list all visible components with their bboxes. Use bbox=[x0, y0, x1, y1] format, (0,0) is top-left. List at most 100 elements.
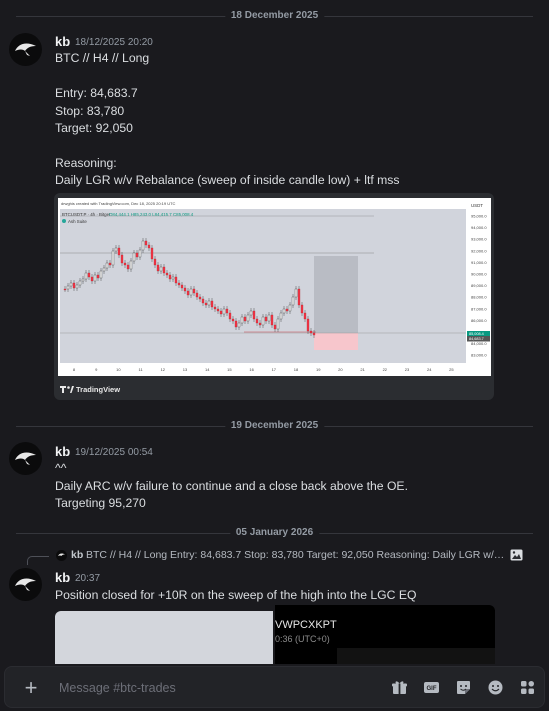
emoji-icon[interactable] bbox=[487, 679, 504, 696]
candle-body bbox=[138, 249, 142, 258]
candle-body bbox=[237, 322, 241, 328]
candle-body bbox=[273, 324, 277, 330]
date-tick: 17 bbox=[272, 367, 277, 372]
candle-body bbox=[153, 258, 157, 266]
candle-body bbox=[303, 312, 307, 320]
attachment-title: VWPCXKPT bbox=[275, 619, 337, 631]
candle-body bbox=[90, 276, 94, 282]
candle-body bbox=[216, 308, 220, 312]
date-tick: 20 bbox=[338, 367, 343, 372]
username[interactable]: kb bbox=[55, 34, 70, 50]
gift-icon[interactable] bbox=[391, 679, 408, 696]
candle-body bbox=[234, 320, 238, 328]
candle-body bbox=[63, 288, 67, 291]
gif-icon[interactable]: GIF bbox=[423, 679, 440, 696]
date-divider: 05 January 2026 bbox=[0, 526, 549, 540]
candle-body bbox=[240, 316, 244, 324]
candle-body bbox=[309, 330, 313, 334]
chart-indicator: Ash Suite bbox=[68, 219, 87, 224]
candle-body bbox=[165, 272, 169, 276]
sticker-icon[interactable] bbox=[455, 679, 472, 696]
candle-body bbox=[288, 304, 292, 312]
candle-body bbox=[123, 262, 127, 266]
tradingview-brand: TradingView bbox=[76, 385, 120, 394]
candle-body bbox=[294, 288, 298, 298]
candle-body bbox=[93, 274, 97, 282]
message-text: Targeting 95,270 bbox=[55, 496, 146, 510]
avatar[interactable] bbox=[9, 33, 42, 66]
candle-body bbox=[87, 272, 91, 278]
reply-avatar[interactable] bbox=[56, 550, 67, 561]
date-tick: 18 bbox=[294, 367, 299, 372]
date-tick: 15 bbox=[227, 367, 232, 372]
candle-body bbox=[210, 300, 214, 308]
image-attachment[interactable] bbox=[55, 611, 273, 664]
reply-author[interactable]: kb bbox=[71, 548, 83, 562]
candle-body bbox=[135, 252, 139, 258]
candle-body bbox=[171, 276, 175, 280]
candle-body bbox=[213, 306, 217, 310]
candle-body bbox=[285, 308, 289, 312]
price-tick: 91,000.0 bbox=[471, 260, 487, 265]
price-tick: 93,000.0 bbox=[471, 237, 487, 242]
image-attachment[interactable]: VWPCXKPT 0:36 (UTC+0) bbox=[275, 605, 495, 664]
date-tick: 24 bbox=[427, 367, 432, 372]
date-tick: 23 bbox=[405, 367, 410, 372]
candle-body bbox=[267, 314, 271, 322]
username[interactable]: kb bbox=[55, 570, 70, 586]
candle-body bbox=[222, 308, 226, 315]
message-text: Target: 92,050 bbox=[55, 121, 133, 135]
date-tick: 10 bbox=[116, 367, 121, 372]
message-text: Position closed for +10R on the sweep of… bbox=[55, 588, 417, 602]
add-attachment-icon[interactable]: + bbox=[21, 677, 41, 699]
date-tick: 21 bbox=[360, 367, 365, 372]
message-composer: + GIF bbox=[0, 664, 549, 711]
chart-image-attachment[interactable]: drwghis created with TradingView.com, De… bbox=[54, 193, 494, 400]
candle-body bbox=[147, 244, 151, 249]
candle-body bbox=[231, 318, 235, 322]
candle-body bbox=[243, 316, 247, 322]
message-text: ^^ bbox=[55, 461, 67, 475]
candle-body bbox=[264, 316, 268, 322]
candle-body bbox=[177, 282, 181, 286]
composer-box: + GIF bbox=[4, 666, 545, 708]
candle-body bbox=[99, 270, 103, 279]
candle-body bbox=[312, 332, 316, 336]
candle-body bbox=[219, 310, 223, 315]
date-divider-label: 19 December 2025 bbox=[224, 419, 325, 433]
chart-symbol: BTCUSDT.P · 4h · Bitget bbox=[62, 212, 111, 217]
candle-body bbox=[66, 285, 70, 290]
message-timestamp: 19/12/2025 00:54 bbox=[75, 447, 153, 458]
reply-preview[interactable]: BTC // H4 // Long Entry: 84,683.7 Stop: … bbox=[86, 548, 506, 562]
price-tick: 95,000.0 bbox=[471, 214, 487, 219]
candle-body bbox=[192, 288, 196, 294]
candle-body bbox=[207, 300, 211, 306]
candle-body bbox=[84, 272, 88, 280]
candle-body bbox=[144, 240, 148, 246]
candle-body bbox=[198, 296, 202, 300]
message-text: Daily ARC w/v failure to continue and a … bbox=[55, 479, 408, 493]
tradingview-chart-image: drwghis created with TradingView.com, De… bbox=[58, 198, 491, 398]
candle-body bbox=[255, 318, 259, 324]
avatar[interactable] bbox=[9, 442, 42, 475]
price-tick: 83,000.0 bbox=[471, 353, 487, 358]
candle-body bbox=[180, 284, 184, 289]
candle-body bbox=[114, 247, 118, 252]
apps-icon[interactable] bbox=[519, 679, 536, 696]
message-input[interactable] bbox=[59, 678, 319, 698]
candle-body bbox=[183, 287, 187, 292]
message-list: 18 December 2025 kb 18/12/2025 20:20 BTC… bbox=[0, 0, 549, 664]
date-tick: 13 bbox=[183, 367, 188, 372]
chart-credit: drwghis created with TradingView.com, De… bbox=[61, 201, 176, 206]
candle-body bbox=[252, 310, 256, 320]
price-tick: 86,000.0 bbox=[471, 318, 487, 323]
candle-body bbox=[201, 298, 205, 304]
price-label: 84,683.7 bbox=[469, 337, 484, 341]
username[interactable]: kb bbox=[55, 444, 70, 460]
avatar[interactable] bbox=[9, 568, 42, 601]
price-tick: 89,000.0 bbox=[471, 283, 487, 288]
candle-body bbox=[150, 247, 154, 260]
candle-body bbox=[129, 260, 133, 270]
candle-body bbox=[291, 296, 295, 306]
candle-body bbox=[276, 318, 280, 330]
